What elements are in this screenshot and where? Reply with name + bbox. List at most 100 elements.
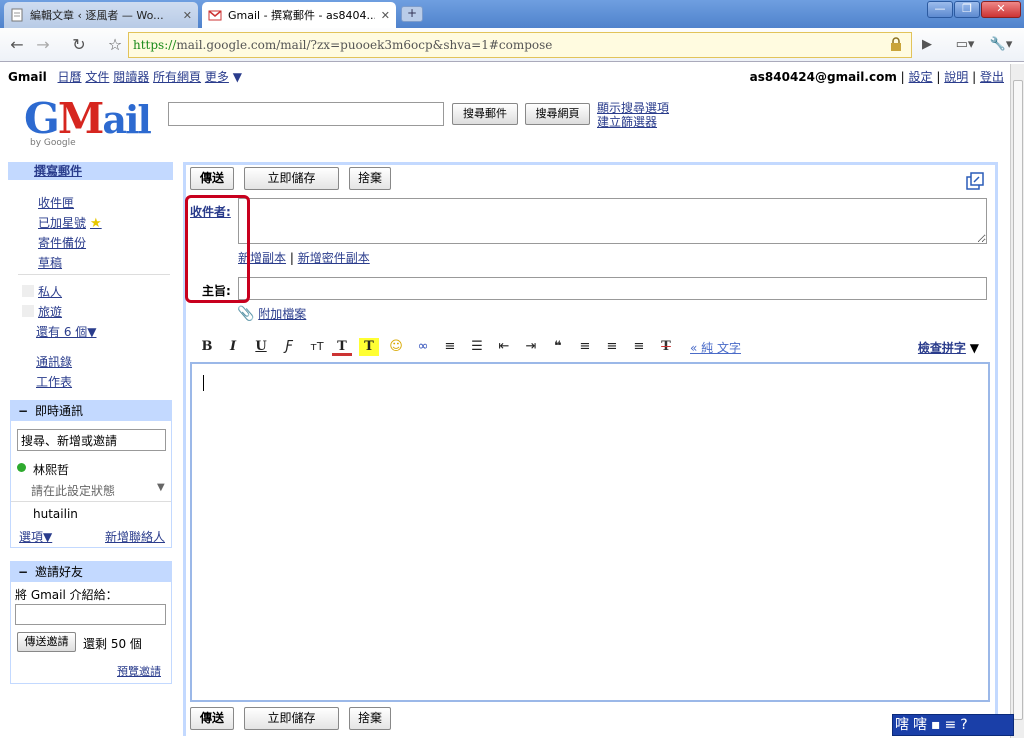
scrollbar-thumb[interactable] — [1013, 80, 1023, 720]
back-icon[interactable]: ← — [6, 34, 28, 56]
text-color-icon[interactable]: T — [332, 338, 352, 356]
quote-icon[interactable]: ❝ — [548, 338, 568, 356]
add-contact-link[interactable]: 新增聯絡人 — [105, 528, 165, 545]
attach-file[interactable]: 📎 附加檔案 — [237, 305, 306, 322]
underline-icon[interactable]: U — [251, 338, 271, 356]
pop-out-icon[interactable] — [966, 172, 984, 190]
spell-check-link[interactable]: 檢查拼字 — [918, 341, 966, 355]
chat-panel-header[interactable]: − 即時通訊 — [11, 401, 171, 421]
bold-icon[interactable]: B — [197, 338, 217, 356]
nav-drafts[interactable]: 草稿 — [38, 254, 62, 271]
ime-menu-icon[interactable]: ≡ — [945, 715, 957, 735]
nav-contacts[interactable]: 通訊錄 — [36, 353, 72, 370]
tab-gmail[interactable]: Gmail - 撰寫郵件 - as8404... ✕ — [202, 2, 396, 28]
lock-icon[interactable] — [890, 37, 902, 51]
ime-toolbar[interactable]: 嗐嗐 ▪ ≡? — [892, 714, 1014, 736]
close-window-icon[interactable]: ✕ — [981, 1, 1021, 18]
go-icon[interactable]: ▶ — [916, 34, 938, 56]
chat-status-field[interactable]: 請在此設定狀態 — [31, 482, 115, 499]
plain-text-link[interactable]: « 純 文字 — [690, 339, 741, 356]
maximize-icon[interactable]: ❐ — [954, 1, 980, 18]
show-search-options-link[interactable]: 顯示搜尋選項 — [597, 101, 669, 115]
new-tab-button[interactable]: + — [401, 6, 423, 22]
search-mail-button[interactable]: 搜尋郵件 — [452, 103, 518, 125]
ime-mode-icon[interactable]: 嗐 — [895, 715, 909, 735]
gbar-link-docs[interactable]: 文件 — [85, 70, 109, 84]
format-toolbar: B I U Ƒ тT T T ☺ ∞ ≡ ☰ ⇤ ⇥ ❝ ≡ ≡ ≡ T « 純… — [191, 334, 989, 360]
star-bookmark-icon[interactable]: ☆ — [104, 34, 126, 56]
ime-help-icon[interactable]: ? — [960, 715, 967, 735]
gbar-link-reader[interactable]: 閱讀器 — [113, 70, 149, 84]
indent-icon[interactable]: ⇥ — [521, 338, 541, 356]
align-left-icon[interactable]: ≡ — [575, 338, 595, 356]
remove-format-icon[interactable]: T — [656, 338, 676, 356]
nav-more-labels[interactable]: 還有 6 個▼ — [36, 323, 97, 340]
chevron-down-icon[interactable]: ▼ — [233, 70, 242, 84]
close-icon[interactable]: ✕ — [183, 9, 192, 22]
send-button[interactable]: 傳送 — [190, 167, 234, 190]
font-icon[interactable]: Ƒ — [279, 338, 299, 356]
gbar-link-more[interactable]: 更多 — [205, 70, 229, 84]
save-now-button[interactable]: 立即儲存 — [244, 167, 339, 190]
bullet-list-icon[interactable]: ☰ — [467, 338, 487, 356]
minimize-icon[interactable]: — — [927, 1, 953, 18]
gmail-logo[interactable]: GMail by Google — [24, 94, 152, 150]
send-button-bottom[interactable]: 傳送 — [190, 707, 234, 730]
wrench-icon[interactable]: 🔧▾ — [986, 34, 1016, 56]
help-link[interactable]: 說明 — [944, 70, 968, 84]
align-right-icon[interactable]: ≡ — [629, 338, 649, 356]
gbar-link-web[interactable]: 所有網頁 — [153, 70, 201, 84]
compose-mail-link[interactable]: 撰寫郵件 — [8, 162, 173, 180]
chat-search-input[interactable] — [17, 429, 166, 451]
discard-button-bottom[interactable]: 捨棄 — [349, 707, 391, 730]
chevron-down-icon[interactable]: ▼ — [157, 482, 165, 493]
save-now-button-bottom[interactable]: 立即儲存 — [244, 707, 339, 730]
gbar-link-calendar[interactable]: 日曆 — [58, 70, 82, 84]
align-center-icon[interactable]: ≡ — [602, 338, 622, 356]
spell-check[interactable]: 檢查拼字 ▼ — [918, 339, 979, 356]
signout-link[interactable]: 登出 — [980, 70, 1004, 84]
ime-mode-icon[interactable]: 嗐 — [913, 715, 927, 735]
nav-label-private[interactable]: 私人 — [38, 283, 62, 300]
tab-wordpress[interactable]: 編輯文章 ‹ 逐風者 — Wo... ✕ — [4, 2, 198, 28]
invite-email-input[interactable] — [15, 604, 166, 625]
chevron-down-icon[interactable]: ▼ — [970, 341, 979, 355]
settings-link[interactable]: 設定 — [909, 70, 933, 84]
ime-fullwidth-icon[interactable]: ▪ — [931, 715, 941, 735]
nav-tasks[interactable]: 工作表 — [36, 373, 72, 390]
numbered-list-icon[interactable]: ≡ — [440, 338, 460, 356]
collapse-icon[interactable]: − — [18, 562, 28, 582]
search-web-button[interactable]: 搜尋網頁 — [525, 103, 590, 125]
collapse-icon[interactable]: − — [18, 401, 28, 421]
attach-file-link[interactable]: 附加檔案 — [258, 307, 306, 321]
send-invite-button[interactable]: 傳送邀請 — [17, 632, 76, 652]
link-icon[interactable]: ∞ — [413, 338, 433, 356]
emoticon-icon[interactable]: ☺ — [386, 338, 406, 356]
add-bcc-link[interactable]: 新增密件副本 — [298, 251, 370, 265]
chat-contact[interactable]: hutailin — [33, 507, 78, 521]
discard-button[interactable]: 捨棄 — [349, 167, 391, 190]
divider — [18, 274, 170, 275]
message-body-editor[interactable] — [190, 362, 990, 702]
font-size-icon[interactable]: тT — [305, 338, 329, 356]
address-bar[interactable]: https://mail.google.com/mail/?zx=puooek3… — [128, 32, 912, 58]
reload-icon[interactable]: ↻ — [68, 34, 90, 56]
subject-field[interactable] — [238, 277, 987, 300]
forward-icon[interactable]: → — [32, 34, 54, 56]
page-menu-icon[interactable]: ▭▾ — [950, 34, 980, 56]
preview-invite-link[interactable]: 預覽邀請 — [117, 663, 161, 679]
nav-starred[interactable]: 已加星號 ★ — [38, 214, 102, 231]
create-filter-link[interactable]: 建立篩選器 — [597, 115, 669, 129]
to-field[interactable] — [238, 198, 987, 244]
nav-inbox[interactable]: 收件匣 — [38, 194, 74, 211]
invite-panel-header[interactable]: − 邀請好友 — [11, 562, 171, 582]
italic-icon[interactable]: I — [223, 338, 243, 356]
nav-sent[interactable]: 寄件備份 — [38, 234, 86, 251]
chat-options-link[interactable]: 選項▼ — [19, 528, 52, 545]
highlight-color-icon[interactable]: T — [359, 338, 379, 356]
page-scrollbar[interactable] — [1010, 64, 1024, 738]
search-input[interactable] — [168, 102, 444, 126]
outdent-icon[interactable]: ⇤ — [494, 338, 514, 356]
close-icon[interactable]: ✕ — [381, 9, 390, 22]
nav-label-travel[interactable]: 旅遊 — [38, 303, 62, 320]
